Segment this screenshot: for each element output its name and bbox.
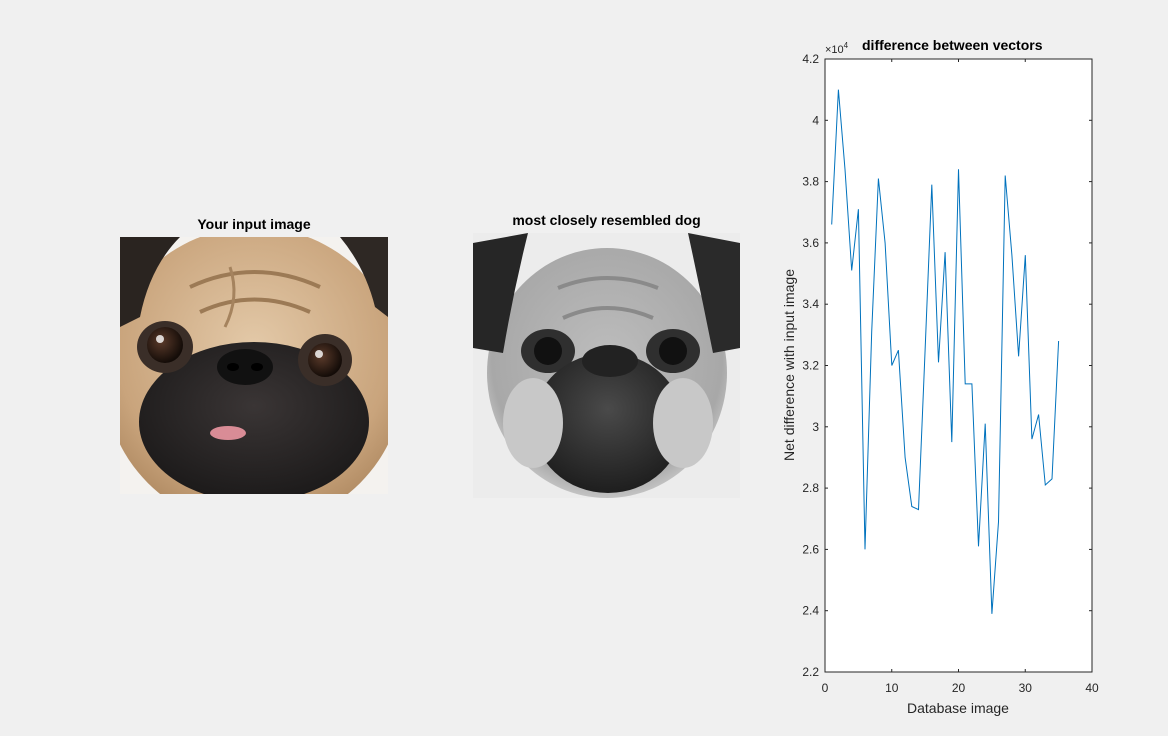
y-tick-label: 2.4 <box>802 604 819 618</box>
y-tick-label: 4.2 <box>802 52 819 66</box>
x-tick-label: 40 <box>1085 681 1099 695</box>
y-tick-label: 2.2 <box>802 665 819 679</box>
plot-area <box>824 58 1093 673</box>
difference-line-chart: 2.22.42.62.833.23.43.63.844.2 0 10 20 30 40 … <box>781 37 1099 716</box>
y-tick-label: 3.2 <box>802 359 819 373</box>
y-tick-label: 3 <box>812 420 819 434</box>
chart-title: difference between vectors <box>862 37 1043 53</box>
x-axis-label: Database image <box>907 700 1009 716</box>
exponent-label: ×104 <box>825 41 849 56</box>
y-axis-label: Net difference with input image <box>781 269 797 461</box>
y-tick-label: 3.4 <box>802 297 819 311</box>
y-tick-label: 3.6 <box>802 236 819 250</box>
y-tick-label: 4 <box>812 113 819 127</box>
x-tick-label: 10 <box>885 681 899 695</box>
x-tick-label: 0 <box>822 681 829 695</box>
figure-window: Your input image most closely resembled … <box>0 0 1168 736</box>
y-tick-label: 2.8 <box>802 481 819 495</box>
y-tick-label: 3.8 <box>802 175 819 189</box>
y-tick-label: 2.6 <box>802 542 819 556</box>
x-tick-label: 30 <box>1019 681 1033 695</box>
x-tick-label: 20 <box>952 681 966 695</box>
